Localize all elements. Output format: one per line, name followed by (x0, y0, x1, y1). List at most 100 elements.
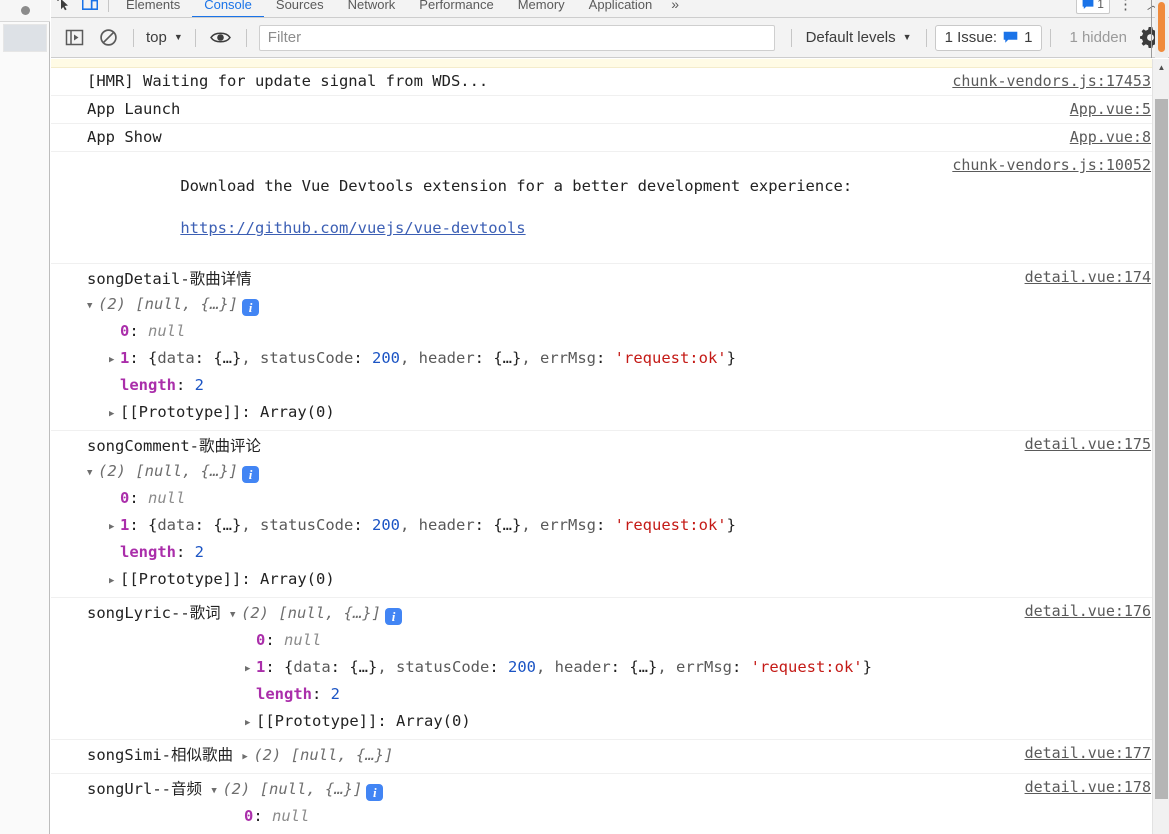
console-message-source[interactable]: chunk-vendors.js:10052 (952, 155, 1151, 176)
console-message-source[interactable]: detail.vue:174 (1025, 267, 1151, 288)
info-badge-icon[interactable]: i (242, 299, 259, 316)
inspect-element-icon[interactable] (51, 0, 77, 17)
console-message-source[interactable]: detail.vue:177 (1025, 743, 1151, 764)
tree-label: songDetail-歌曲详情 (87, 270, 252, 288)
tree-summary-preview: [null, {…}] (290, 746, 394, 764)
tab-performance-label: Performance (419, 0, 494, 12)
tree-row[interactable]: ▶ [[Prototype]]: Array(0) (87, 400, 1153, 427)
console-message-text: App Show (87, 128, 162, 146)
tab-console[interactable]: Console (192, 0, 264, 17)
issues-button[interactable]: 1 Issue: 1 (934, 24, 1043, 51)
console-message-source[interactable]: detail.vue:178 (1025, 777, 1151, 798)
tab-elements[interactable]: Elements (114, 0, 192, 17)
console-message-vue-devtools[interactable]: Download the Vue Devtools extension for … (51, 152, 1169, 264)
tree-summary-row[interactable]: songLyric--歌词 ▼ (2) [null, {…}] i (87, 601, 1153, 628)
top-issue-badge[interactable]: 1 (1076, 0, 1110, 14)
console-message-source[interactable]: chunk-vendors.js:17453 (952, 71, 1151, 92)
info-badge-icon[interactable]: i (385, 608, 402, 625)
console-message-app-show[interactable]: App Show App.vue:8 (51, 124, 1169, 152)
tab-overflow-button[interactable]: » (664, 0, 686, 12)
console-message-source[interactable]: App.vue:5 (1070, 99, 1151, 120)
console-message-app-launch[interactable]: App Launch App.vue:5 (51, 96, 1169, 124)
tree-summary-preview: [null, {…}] (135, 462, 238, 480)
object-tree: songComment-歌曲评论 ▼(2) [null, {…}]i ▶0: n… (87, 434, 1153, 594)
tree-row[interactable]: ▶ [[Prototype]]: Array(0) (87, 567, 1153, 594)
toolbar-separator-2 (194, 28, 196, 47)
tree-label: songLyric--歌词 (87, 604, 221, 622)
tree-value: Array(0) (396, 712, 471, 730)
console-message-songurl[interactable]: detail.vue:178 songUrl--音频 ▼ (2) [null, {… (51, 774, 1169, 834)
console-scrollbar-track[interactable]: ▲ (1152, 59, 1169, 834)
console-sidebar-icon[interactable] (57, 23, 91, 53)
console-message-source[interactable]: detail.vue:175 (1025, 434, 1151, 455)
live-expressions-icon[interactable] (204, 23, 238, 53)
console-message-source[interactable]: detail.vue:176 (1025, 601, 1151, 622)
console-scrollbar-thumb[interactable] (1155, 99, 1168, 799)
console-message-songdetail[interactable]: detail.vue:174 songDetail-歌曲详情 ▼ (2) [nul… (51, 264, 1169, 431)
tree-label: songComment-歌曲评论 (87, 437, 261, 455)
tab-network[interactable]: Network (336, 0, 408, 17)
disclosure-triangle-icon[interactable]: ▶ (242, 745, 253, 770)
console-message-hmr[interactable]: [HMR] Waiting for update signal from WDS… (51, 68, 1169, 96)
tree-summary-preview: [null, {…}] (278, 604, 381, 622)
tab-memory[interactable]: Memory (506, 0, 577, 17)
disclosure-triangle-icon[interactable]: ▶ (245, 657, 256, 682)
disclosure-triangle-icon[interactable]: ▼ (87, 461, 98, 486)
disclosure-triangle-icon[interactable]: ▶ (245, 711, 256, 736)
tree-row: ▶0: null (120, 489, 186, 507)
tab-sources[interactable]: Sources (264, 0, 336, 17)
disclosure-triangle-icon[interactable]: ▶ (109, 569, 120, 594)
issues-count: 1 (1024, 29, 1033, 46)
info-badge-icon[interactable]: i (366, 784, 384, 801)
tabstrip-separator (108, 0, 109, 12)
tree-key: 1 (120, 349, 130, 367)
tree-key: [[Prototype]] (120, 403, 242, 421)
tree-key: [[Prototype]] (120, 570, 242, 588)
context-selector[interactable]: top ▼ (142, 24, 187, 52)
disclosure-triangle-icon[interactable]: ▼ (87, 294, 98, 319)
tree-summary-row[interactable]: songUrl--音频 ▼ (2) [null, {…}] i (87, 777, 1153, 804)
tree-row[interactable]: ▶1: {data: {…}, statusCode: 200, header:… (87, 513, 1153, 540)
tree-key: 0 (256, 631, 266, 649)
tree-value: 2 (194, 376, 205, 394)
console-message-warning-clipped[interactable] (51, 59, 1169, 68)
tab-performance[interactable]: Performance (407, 0, 505, 17)
console-message-songcomment[interactable]: detail.vue:175 songComment-歌曲评论 ▼ (2) [nu… (51, 431, 1169, 598)
info-badge-icon[interactable]: i (242, 466, 259, 483)
toolbar-separator-1 (133, 28, 134, 47)
host-page-placeholder-block (3, 24, 47, 52)
toolbar-separator-6 (1050, 28, 1052, 47)
device-toolbar-icon[interactable] (77, 0, 103, 17)
tab-application[interactable]: Application (577, 0, 665, 17)
disclosure-triangle-icon[interactable]: ▶ (109, 515, 120, 540)
console-message-songsimi[interactable]: detail.vue:177 songSimi-相似歌曲 ▶ (2) [null,… (51, 740, 1169, 774)
console-message-list[interactable]: [HMR] Waiting for update signal from WDS… (51, 59, 1169, 834)
tree-row[interactable]: ▶1: {data: {…}, statusCode: 200, header:… (87, 655, 1153, 682)
vue-devtools-link[interactable]: https://github.com/vuejs/vue-devtools (180, 219, 525, 237)
tree-summary-row[interactable]: ▼ (2) [null, {…}] i (87, 459, 1153, 486)
console-message-source[interactable]: App.vue:8 (1070, 127, 1151, 148)
devtools-window: Elements Console Sources Network Perform… (0, 0, 1169, 834)
disclosure-triangle-icon[interactable]: ▶ (109, 402, 120, 427)
tree-row[interactable]: ▶1: {data: {…}, statusCode: 200, header:… (87, 346, 1153, 373)
clear-console-icon[interactable] (91, 23, 125, 53)
disclosure-triangle-icon[interactable]: ▼ (211, 779, 222, 804)
tree-row[interactable]: ▶ [[Prototype]]: Array(0) (87, 709, 1153, 736)
hidden-messages-label: 1 hidden (1069, 29, 1127, 46)
filter-input[interactable] (258, 24, 775, 51)
console-message-text: App Launch (87, 100, 181, 118)
tree-summary-preview: [null, {…}] (135, 295, 238, 313)
host-page-gutter (0, 0, 50, 834)
disclosure-triangle-icon[interactable]: ▶ (109, 348, 120, 373)
tree-summary-row[interactable]: songSimi-相似歌曲 ▶ (2) [null, {…}] (87, 743, 1153, 770)
tree-label: songSimi-相似歌曲 (87, 746, 233, 764)
log-levels-dropdown[interactable]: Default levels ▼ (800, 29, 918, 46)
console-message-songlyric[interactable]: detail.vue:176 songLyric--歌词 ▼ (2) [null,… (51, 598, 1169, 740)
scroll-up-arrow-icon[interactable]: ▲ (1153, 59, 1169, 76)
devtools-tabstrip: Elements Console Sources Network Perform… (51, 0, 1169, 18)
tree-summary-row[interactable]: ▼ (2) [null, {…}] i (87, 292, 1153, 319)
page-scrollbar-track[interactable] (1155, 0, 1168, 58)
disclosure-triangle-icon[interactable]: ▼ (230, 603, 241, 628)
page-scrollbar-thumb[interactable] (1158, 2, 1165, 52)
devtools-more-menu-icon[interactable]: ⋮ (1110, 0, 1141, 13)
